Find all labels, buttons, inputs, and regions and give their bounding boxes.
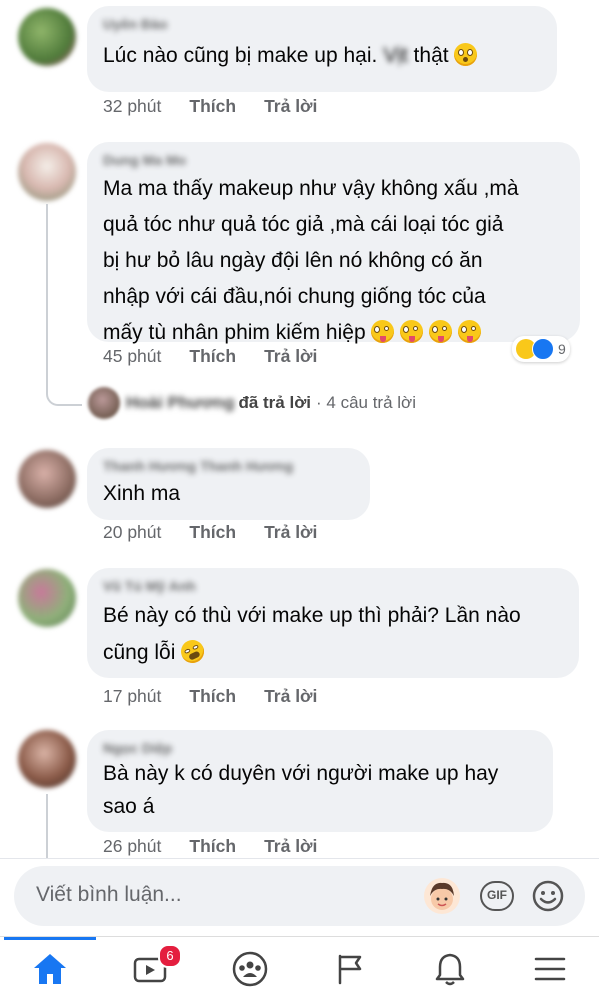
reply-count: · 4 câu trả lời bbox=[316, 393, 416, 412]
home-icon bbox=[34, 954, 66, 984]
comment-author[interactable]: Ngọc Diệp bbox=[103, 739, 537, 757]
reply-button[interactable]: Trả lời bbox=[264, 686, 317, 707]
comment-text: Xinh ma bbox=[103, 482, 181, 505]
gif-icon[interactable]: GIF bbox=[480, 881, 514, 911]
reply-button[interactable]: Trả lời bbox=[264, 96, 317, 117]
replier-avatar bbox=[88, 387, 120, 419]
emoji-icon[interactable] bbox=[532, 880, 564, 917]
tab-groups[interactable] bbox=[200, 937, 300, 1001]
thread-line bbox=[46, 794, 48, 858]
commenter-avatar[interactable] bbox=[18, 569, 76, 627]
tab-menu[interactable] bbox=[500, 937, 599, 1001]
comment-composer-bar: Viết bình luận... GIF bbox=[0, 858, 599, 937]
comment-time: 17 phút bbox=[103, 686, 162, 706]
comment-time: 20 phút bbox=[103, 522, 162, 542]
thread-connector bbox=[46, 390, 82, 406]
replier-name: Hoài Phương bbox=[126, 393, 235, 412]
comment-author[interactable]: Dung Ma Mo bbox=[103, 151, 564, 169]
groups-icon bbox=[232, 951, 268, 987]
comment-author[interactable]: Vũ Tú Mỹ Anh bbox=[103, 577, 563, 595]
zany-face-emoji-icon bbox=[429, 320, 453, 343]
avatar-sticker-icon[interactable] bbox=[424, 878, 460, 914]
commenter-avatar[interactable] bbox=[18, 8, 76, 66]
like-button[interactable]: Thích bbox=[189, 522, 236, 543]
view-replies-link[interactable]: Hoài Phương đã trả lời · 4 câu trả lời bbox=[88, 387, 416, 419]
comment-input[interactable]: Viết bình luận... GIF bbox=[14, 866, 585, 926]
like-button[interactable]: Thích bbox=[189, 96, 236, 117]
comment-text: Bé này có thù với make up thì phải? Lần … bbox=[103, 604, 521, 664]
zany-face-emoji-icon bbox=[458, 320, 482, 343]
comment-text: Ma ma thấy makeup như vậy không xấu ,mà … bbox=[103, 177, 519, 344]
commenter-avatar[interactable] bbox=[18, 730, 76, 788]
reply-button[interactable]: Trả lời bbox=[264, 346, 317, 367]
comment-text: Bà này k có duyên với người make up hay … bbox=[103, 762, 499, 818]
like-button[interactable]: Thích bbox=[189, 686, 236, 707]
commenter-avatar[interactable] bbox=[18, 143, 76, 201]
commenter-avatar[interactable] bbox=[18, 450, 76, 508]
like-button[interactable]: Thích bbox=[189, 836, 236, 857]
notification-badge: 6 bbox=[158, 944, 182, 968]
reaction-summary[interactable]: 9 bbox=[512, 336, 570, 362]
comment-time: 45 phút bbox=[103, 346, 162, 366]
reply-action: đã trả lời bbox=[238, 393, 312, 412]
flag-icon bbox=[338, 954, 362, 985]
comment-bubble: Uyên Đào Lúc nào cũng bị make up hại. Vị… bbox=[87, 6, 557, 92]
bell-icon bbox=[435, 953, 465, 986]
reaction-count: 9 bbox=[558, 341, 566, 357]
zany-face-emoji-icon bbox=[371, 320, 395, 343]
like-button[interactable]: Thích bbox=[189, 346, 236, 367]
hamburger-menu-icon bbox=[534, 957, 566, 981]
zany-face-emoji-icon bbox=[400, 320, 424, 343]
reply-button[interactable]: Trả lời bbox=[264, 522, 317, 543]
comment-time: 26 phút bbox=[103, 836, 162, 856]
comment-time: 32 phút bbox=[103, 96, 162, 116]
comment-input-placeholder: Viết bình luận... bbox=[36, 883, 182, 906]
comment-bubble: Dung Ma Mo Ma ma thấy makeup như vậy khô… bbox=[87, 142, 580, 344]
comment-author[interactable]: Uyên Đào bbox=[103, 15, 541, 33]
comment-bubble: Vũ Tú Mỹ Anh Bé này có thù với make up t… bbox=[87, 568, 579, 678]
tab-watch[interactable]: 6 bbox=[100, 937, 200, 1001]
comment-list: Uyên Đào Lúc nào cũng bị make up hại. Vị… bbox=[0, 0, 599, 858]
bottom-tab-bar: 6 bbox=[0, 936, 599, 1001]
tab-home[interactable] bbox=[0, 937, 100, 1001]
reply-button[interactable]: Trả lời bbox=[264, 836, 317, 857]
rofl-emoji-icon bbox=[177, 636, 209, 667]
tab-pages[interactable] bbox=[300, 937, 400, 1001]
comment-author[interactable]: Thanh Hương Thanh Hương bbox=[103, 457, 354, 475]
thread-line bbox=[46, 204, 48, 392]
tab-notifications[interactable] bbox=[400, 937, 500, 1001]
like-reaction-icon bbox=[532, 338, 554, 360]
flushed-emoji-icon bbox=[454, 43, 478, 66]
comment-bubble: Thanh Hương Thanh Hương Xinh ma bbox=[87, 448, 370, 520]
comment-bubble: Ngọc Diệp Bà này k có duyên với người ma… bbox=[87, 730, 553, 832]
